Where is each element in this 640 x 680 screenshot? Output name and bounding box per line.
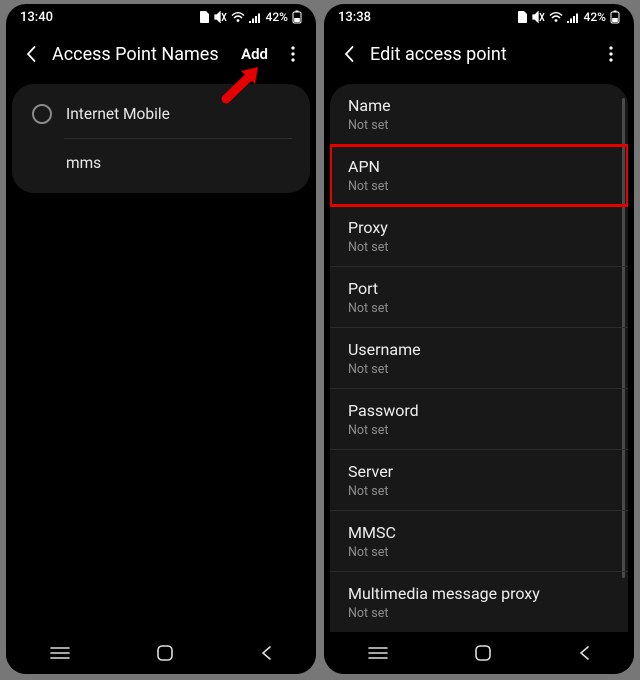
battery-percent: 42% xyxy=(584,10,606,24)
setting-value: Not set xyxy=(348,362,610,377)
chevron-left-icon xyxy=(22,44,42,64)
status-time: 13:40 xyxy=(20,10,53,25)
setting-row-server[interactable]: Server Not set xyxy=(330,450,628,511)
apn-label: Internet Mobile xyxy=(66,105,170,123)
recent-icon xyxy=(49,646,71,660)
sim-icon xyxy=(199,11,210,23)
app-header: Access Point Names Add xyxy=(6,30,316,78)
nav-back-button[interactable] xyxy=(577,645,591,661)
back-button[interactable] xyxy=(332,36,368,72)
nav-back-button[interactable] xyxy=(259,645,273,661)
apn-item[interactable]: mms xyxy=(12,139,310,187)
nav-home-button[interactable] xyxy=(474,644,492,662)
setting-title: Server xyxy=(348,462,610,482)
setting-value: Not set xyxy=(348,179,610,194)
setting-value: Not set xyxy=(348,301,610,316)
add-button[interactable]: Add xyxy=(231,45,278,63)
status-icons: 42% xyxy=(199,10,302,24)
setting-row-port[interactable]: Port Not set xyxy=(330,267,628,328)
status-time: 13:38 xyxy=(338,10,371,25)
mute-icon xyxy=(214,11,227,23)
setting-row-mmsc[interactable]: MMSC Not set xyxy=(330,511,628,572)
more-vert-icon xyxy=(603,45,619,63)
chevron-left-icon xyxy=(340,44,360,64)
signal-icon xyxy=(249,12,262,23)
signal-icon xyxy=(567,12,580,23)
content-area: Internet Mobile mms xyxy=(6,78,316,632)
nav-back-icon xyxy=(259,645,273,661)
nav-bar xyxy=(324,632,634,674)
setting-value: Not set xyxy=(348,118,610,133)
setting-title: Proxy xyxy=(348,218,610,238)
more-button[interactable] xyxy=(596,36,626,72)
setting-row-apn[interactable]: APN Not set xyxy=(330,145,628,206)
setting-value: Not set xyxy=(348,484,610,499)
mute-icon xyxy=(532,11,545,23)
wifi-icon xyxy=(549,12,563,23)
battery-icon xyxy=(610,10,620,24)
wifi-icon xyxy=(231,12,245,23)
nav-home-button[interactable] xyxy=(156,644,174,662)
content-area: Name Not set APN Not set Proxy Not set Port Not… xyxy=(324,78,634,632)
radio-unselected-icon[interactable] xyxy=(32,104,52,124)
phone-left: 13:40 42% Access Point Names Add Interne… xyxy=(6,4,316,674)
setting-title: Port xyxy=(348,279,610,299)
setting-title: Name xyxy=(348,96,610,116)
status-icons: 42% xyxy=(517,10,620,24)
app-header: Edit access point xyxy=(324,30,634,78)
setting-title: Username xyxy=(348,340,610,360)
status-bar: 13:38 42% xyxy=(324,4,634,30)
setting-row-password[interactable]: Password Not set xyxy=(330,389,628,450)
setting-title: MMSC xyxy=(348,523,610,543)
recent-icon xyxy=(367,646,389,660)
apn-label: mms xyxy=(66,154,101,172)
status-bar: 13:40 42% xyxy=(6,4,316,30)
setting-row-username[interactable]: Username Not set xyxy=(330,328,628,389)
apn-list-card: Internet Mobile mms xyxy=(12,84,310,193)
setting-title: Multimedia message proxy xyxy=(348,584,610,604)
setting-row-proxy[interactable]: Proxy Not set xyxy=(330,206,628,267)
setting-value: Not set xyxy=(348,545,610,560)
nav-back-icon xyxy=(577,645,591,661)
sim-icon xyxy=(517,11,528,23)
apn-item[interactable]: Internet Mobile xyxy=(12,90,310,138)
nav-recent-button[interactable] xyxy=(367,646,389,660)
setting-row-multimedia-message-proxy[interactable]: Multimedia message proxy Not set xyxy=(330,572,628,632)
home-icon xyxy=(156,644,174,662)
more-vert-icon xyxy=(285,45,301,63)
more-button[interactable] xyxy=(278,36,308,72)
phone-right: 13:38 42% Edit access point NameNot setA… xyxy=(324,4,634,674)
back-button[interactable] xyxy=(14,36,50,72)
setting-title: APN xyxy=(348,157,610,177)
setting-row-name[interactable]: Name Not set xyxy=(330,84,628,145)
page-title: Edit access point xyxy=(368,44,596,65)
setting-value: Not set xyxy=(348,240,610,255)
nav-recent-button[interactable] xyxy=(49,646,71,660)
battery-percent: 42% xyxy=(266,10,288,24)
battery-icon xyxy=(292,10,302,24)
nav-bar xyxy=(6,632,316,674)
setting-title: Password xyxy=(348,401,610,421)
edit-settings-card: Name Not set APN Not set Proxy Not set Port Not… xyxy=(330,84,628,632)
home-icon xyxy=(474,644,492,662)
setting-value: Not set xyxy=(348,423,610,438)
setting-value: Not set xyxy=(348,606,610,621)
page-title: Access Point Names xyxy=(50,44,231,65)
